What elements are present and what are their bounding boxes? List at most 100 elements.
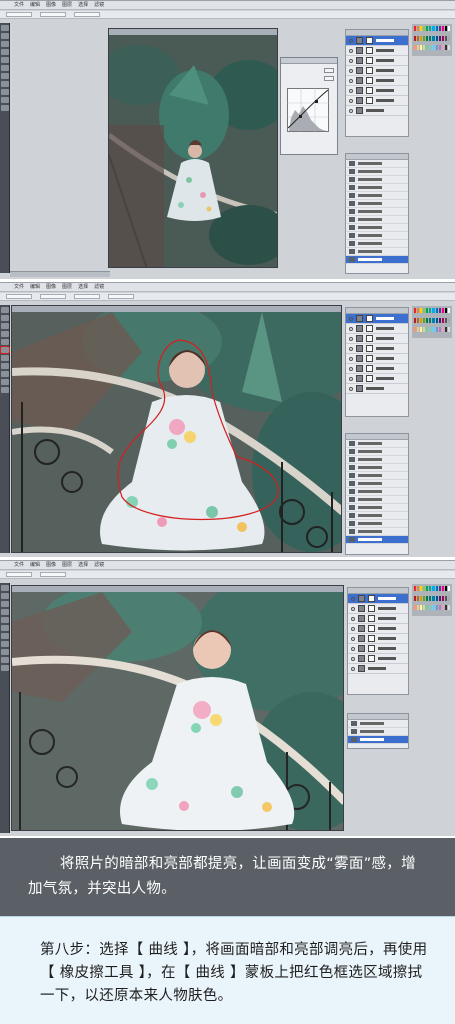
eye-icon[interactable]	[349, 316, 353, 321]
layer-row[interactable]	[348, 644, 408, 654]
swatches-panel[interactable]	[412, 306, 452, 338]
eye-icon[interactable]	[349, 48, 353, 53]
brush-tool-icon[interactable]	[1, 339, 9, 345]
layer-mask-thumbnail[interactable]	[368, 625, 375, 632]
eraser-tool-icon[interactable]	[1, 625, 9, 631]
zoom-tool-icon[interactable]	[1, 387, 9, 393]
gradient-tool-icon[interactable]	[1, 633, 9, 639]
menu-image[interactable]: 图像	[46, 283, 56, 292]
history-step[interactable]	[348, 728, 408, 736]
layer-row[interactable]	[346, 354, 408, 364]
history-step-current[interactable]	[346, 536, 408, 544]
eye-icon[interactable]	[349, 356, 353, 361]
layer-mask-thumbnail[interactable]	[366, 315, 373, 322]
cancel-button[interactable]	[324, 76, 334, 81]
eye-icon[interactable]	[349, 336, 353, 341]
eye-icon[interactable]	[349, 38, 353, 43]
history-step[interactable]	[346, 224, 408, 232]
history-step[interactable]	[346, 528, 408, 536]
option-field[interactable]	[6, 572, 32, 577]
history-step[interactable]	[346, 160, 408, 168]
history-step-current[interactable]	[346, 256, 408, 264]
eraser-tool-icon[interactable]	[1, 65, 9, 71]
menu-edit[interactable]: 编辑	[30, 1, 40, 10]
history-step[interactable]	[346, 216, 408, 224]
layer-mask-thumbnail[interactable]	[366, 355, 373, 362]
layer-row[interactable]	[348, 654, 408, 664]
menu-file[interactable]: 文件	[14, 561, 24, 570]
ok-button[interactable]	[324, 68, 334, 73]
history-step[interactable]	[346, 200, 408, 208]
layer-row[interactable]	[348, 624, 408, 634]
menu-select[interactable]: 选择	[78, 283, 88, 292]
menu-image[interactable]: 图像	[46, 1, 56, 10]
gradient-tool-icon[interactable]	[1, 73, 9, 79]
eye-icon[interactable]	[349, 386, 353, 391]
layer-row[interactable]	[346, 86, 408, 96]
layer-row[interactable]	[346, 106, 408, 116]
eraser-tool-icon[interactable]	[0, 346, 10, 354]
option-field[interactable]	[108, 294, 134, 299]
layer-mask-thumbnail[interactable]	[366, 375, 373, 382]
lasso-tool-icon[interactable]	[1, 601, 9, 607]
history-step[interactable]	[346, 232, 408, 240]
history-step[interactable]	[346, 520, 408, 528]
history-step[interactable]	[346, 512, 408, 520]
type-tool-icon[interactable]	[1, 89, 9, 95]
menu-select[interactable]: 选择	[78, 561, 88, 570]
history-step[interactable]	[346, 440, 408, 448]
eye-icon[interactable]	[351, 616, 355, 621]
layer-row[interactable]	[346, 66, 408, 76]
history-step[interactable]	[346, 464, 408, 472]
menu-filter[interactable]: 滤镜	[94, 283, 104, 292]
eye-icon[interactable]	[351, 626, 355, 631]
eye-icon[interactable]	[351, 596, 355, 601]
hand-tool-icon[interactable]	[1, 657, 9, 663]
swatches-panel[interactable]	[412, 584, 452, 616]
history-step[interactable]	[346, 488, 408, 496]
history-step[interactable]	[348, 720, 408, 728]
history-step[interactable]	[346, 480, 408, 488]
history-step[interactable]	[346, 456, 408, 464]
layer-row[interactable]	[346, 324, 408, 334]
eye-icon[interactable]	[349, 376, 353, 381]
hand-tool-icon[interactable]	[1, 97, 9, 103]
gradient-tool-icon[interactable]	[1, 355, 9, 361]
menu-edit[interactable]: 编辑	[30, 283, 40, 292]
layer-mask-thumbnail[interactable]	[368, 615, 375, 622]
layer-mask-thumbnail[interactable]	[366, 47, 373, 54]
option-field[interactable]	[6, 294, 32, 299]
pen-tool-icon[interactable]	[1, 641, 9, 647]
menu-layer[interactable]: 图层	[62, 1, 72, 10]
eye-icon[interactable]	[349, 366, 353, 371]
layer-mask-thumbnail[interactable]	[368, 645, 375, 652]
layer-row[interactable]	[346, 364, 408, 374]
layer-row[interactable]	[346, 96, 408, 106]
layer-mask-thumbnail[interactable]	[366, 77, 373, 84]
eye-icon[interactable]	[351, 606, 355, 611]
option-field[interactable]	[74, 294, 100, 299]
pen-tool-icon[interactable]	[1, 81, 9, 87]
eye-icon[interactable]	[349, 98, 353, 103]
marquee-tool-icon[interactable]	[1, 593, 9, 599]
eye-icon[interactable]	[351, 666, 355, 671]
option-field[interactable]	[40, 12, 66, 17]
layer-row[interactable]	[346, 374, 408, 384]
history-step[interactable]	[346, 208, 408, 216]
brush-tool-icon[interactable]	[1, 57, 9, 63]
eye-icon[interactable]	[349, 78, 353, 83]
history-step[interactable]	[346, 472, 408, 480]
option-field[interactable]	[40, 294, 66, 299]
crop-tool-icon[interactable]	[1, 49, 9, 55]
menu-edit[interactable]: 编辑	[30, 561, 40, 570]
crop-tool-icon[interactable]	[1, 609, 9, 615]
layer-mask-thumbnail[interactable]	[366, 335, 373, 342]
menu-select[interactable]: 选择	[78, 1, 88, 10]
eye-icon[interactable]	[351, 646, 355, 651]
lasso-tool-icon[interactable]	[1, 323, 9, 329]
eye-icon[interactable]	[351, 656, 355, 661]
menu-filter[interactable]: 滤镜	[94, 561, 104, 570]
history-step[interactable]	[346, 168, 408, 176]
move-tool-icon[interactable]	[1, 307, 9, 313]
layer-row[interactable]	[346, 334, 408, 344]
